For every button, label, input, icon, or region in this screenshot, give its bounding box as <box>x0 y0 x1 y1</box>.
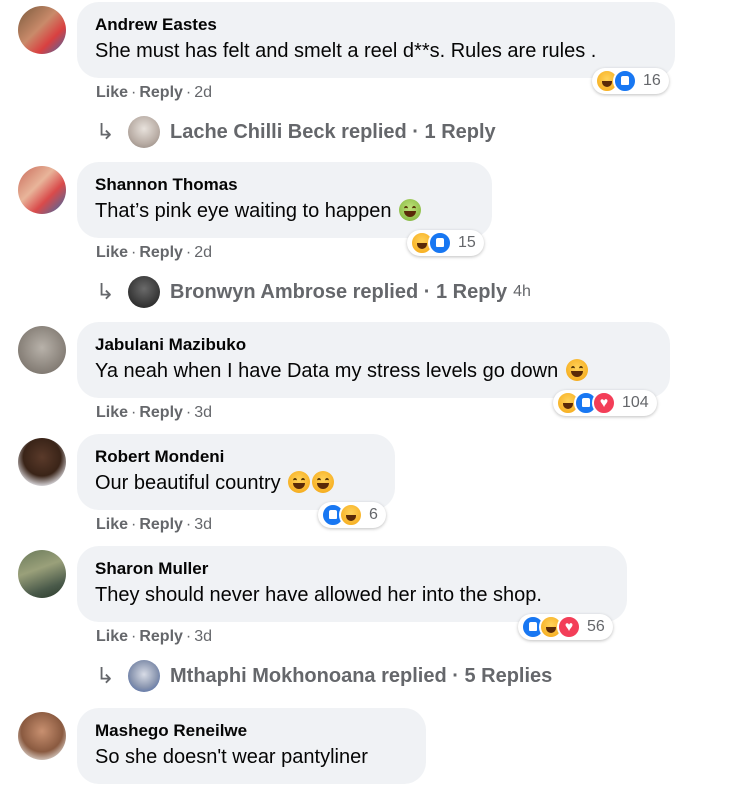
love-icon <box>592 391 616 415</box>
reply-button[interactable]: Reply <box>139 84 183 101</box>
comment-author[interactable]: Sharon Muller <box>95 558 609 579</box>
comment-time[interactable]: 2d <box>194 84 212 101</box>
reply-button[interactable]: Reply <box>139 516 183 533</box>
comment-actions: Like · Reply · 2d <box>96 244 212 262</box>
comment-author[interactable]: Jabulani Mazibuko <box>95 334 652 355</box>
view-replies-link[interactable]: ↳ Mthaphi Mokhonoana replied · 5 Replies <box>96 660 552 692</box>
reply-summary[interactable]: Bronwyn Ambrose replied · 1 Reply <box>170 281 507 304</box>
comment-text: That’s pink eye waiting to happen <box>95 198 474 224</box>
comment-bubble: Mashego Reneilwe So she doesn't wear pan… <box>77 708 426 784</box>
avatar[interactable] <box>18 166 66 214</box>
reaction-count: 6 <box>369 506 378 523</box>
comment-text: They should never have allowed her into … <box>95 584 542 606</box>
comment-author[interactable]: Andrew Eastes <box>95 14 657 35</box>
comment-bubble: Jabulani Mazibuko Ya neah when I have Da… <box>77 322 670 398</box>
avatar[interactable] <box>18 326 66 374</box>
reply-arrow-icon: ↳ <box>96 663 115 688</box>
separator: · <box>131 84 137 101</box>
like-button[interactable]: Like <box>96 628 128 645</box>
like-icon <box>613 69 637 93</box>
comment-bubble: Shannon Thomas That’s pink eye waiting t… <box>77 162 492 238</box>
comment-time[interactable]: 3d <box>194 628 212 645</box>
reply-summary[interactable]: Mthaphi Mokhonoana replied · 5 Replies <box>170 665 552 688</box>
reaction-summary[interactable]: 16 <box>592 68 669 94</box>
separator: · <box>185 84 192 101</box>
like-icon <box>428 231 452 255</box>
comment-bubble: Andrew Eastes She must has felt and smel… <box>77 2 675 78</box>
comment-actions: Like · Reply · 3d <box>96 516 212 534</box>
reaction-count: 56 <box>587 618 605 635</box>
comment-author[interactable]: Mashego Reneilwe <box>95 720 408 741</box>
avatar <box>128 276 160 308</box>
reaction-summary[interactable]: 56 <box>518 614 613 640</box>
love-icon <box>557 615 581 639</box>
reply-time[interactable]: 4h <box>513 283 531 301</box>
avatar <box>128 116 160 148</box>
reaction-summary[interactable]: 15 <box>407 230 484 256</box>
comment-time[interactable]: 2d <box>194 244 212 261</box>
separator: · <box>131 516 137 533</box>
comment-time[interactable]: 3d <box>194 516 212 533</box>
comment-bubble: Sharon Muller They should never have all… <box>77 546 627 622</box>
reaction-summary[interactable]: 104 <box>553 390 657 416</box>
reaction-summary[interactable]: 6 <box>318 502 386 528</box>
avatar[interactable] <box>18 712 66 760</box>
reply-summary[interactable]: Lache Chilli Beck replied · 1 Reply <box>170 121 496 144</box>
reply-arrow-icon: ↳ <box>96 279 115 304</box>
comment-author[interactable]: Robert Mondeni <box>95 446 377 467</box>
comment-bubble: Robert Mondeni Our beautiful country <box>77 434 395 510</box>
reaction-count: 104 <box>622 394 649 411</box>
separator: · <box>185 404 192 421</box>
reaction-count: 16 <box>643 72 661 89</box>
reply-arrow-icon: ↳ <box>96 119 115 144</box>
avatar[interactable] <box>18 550 66 598</box>
like-button[interactable]: Like <box>96 244 128 261</box>
sick-face-icon <box>399 199 422 221</box>
separator: · <box>131 404 137 421</box>
comments-section: Andrew Eastes She must has felt and smel… <box>0 0 750 786</box>
like-button[interactable]: Like <box>96 516 128 533</box>
reaction-count: 15 <box>458 234 476 251</box>
like-button[interactable]: Like <box>96 84 128 101</box>
tears-of-joy-icon <box>565 359 588 381</box>
view-replies-link[interactable]: ↳ Lache Chilli Beck replied · 1 Reply <box>96 116 496 148</box>
comment-text: She must has felt and smelt a reel d**s.… <box>95 40 597 62</box>
separator: · <box>185 628 192 645</box>
comment-author[interactable]: Shannon Thomas <box>95 174 474 195</box>
separator: · <box>185 244 192 261</box>
like-button[interactable]: Like <box>96 404 128 421</box>
avatar <box>128 660 160 692</box>
separator: · <box>131 244 137 261</box>
comment-time[interactable]: 3d <box>194 404 212 421</box>
separator: · <box>185 516 192 533</box>
reply-button[interactable]: Reply <box>139 628 183 645</box>
comment-actions: Like · Reply · 3d <box>96 628 212 646</box>
avatar[interactable] <box>18 6 66 54</box>
haha-icon <box>339 503 363 527</box>
tears-of-joy-icon <box>288 471 311 493</box>
comment-actions: Like · Reply · 2d <box>96 84 212 102</box>
comment-text: Ya neah when I have Data my stress level… <box>95 358 652 384</box>
comment-text: Our beautiful country <box>95 470 377 496</box>
tears-of-joy-icon <box>312 471 335 493</box>
separator: · <box>131 628 137 645</box>
reply-button[interactable]: Reply <box>139 244 183 261</box>
comment-text: So she doesn't wear pantyliner <box>95 746 368 768</box>
view-replies-link[interactable]: ↳ Bronwyn Ambrose replied · 1 Reply 4h <box>96 276 531 308</box>
reply-button[interactable]: Reply <box>139 404 183 421</box>
comment-actions: Like · Reply · 3d <box>96 404 212 422</box>
avatar[interactable] <box>18 438 66 486</box>
